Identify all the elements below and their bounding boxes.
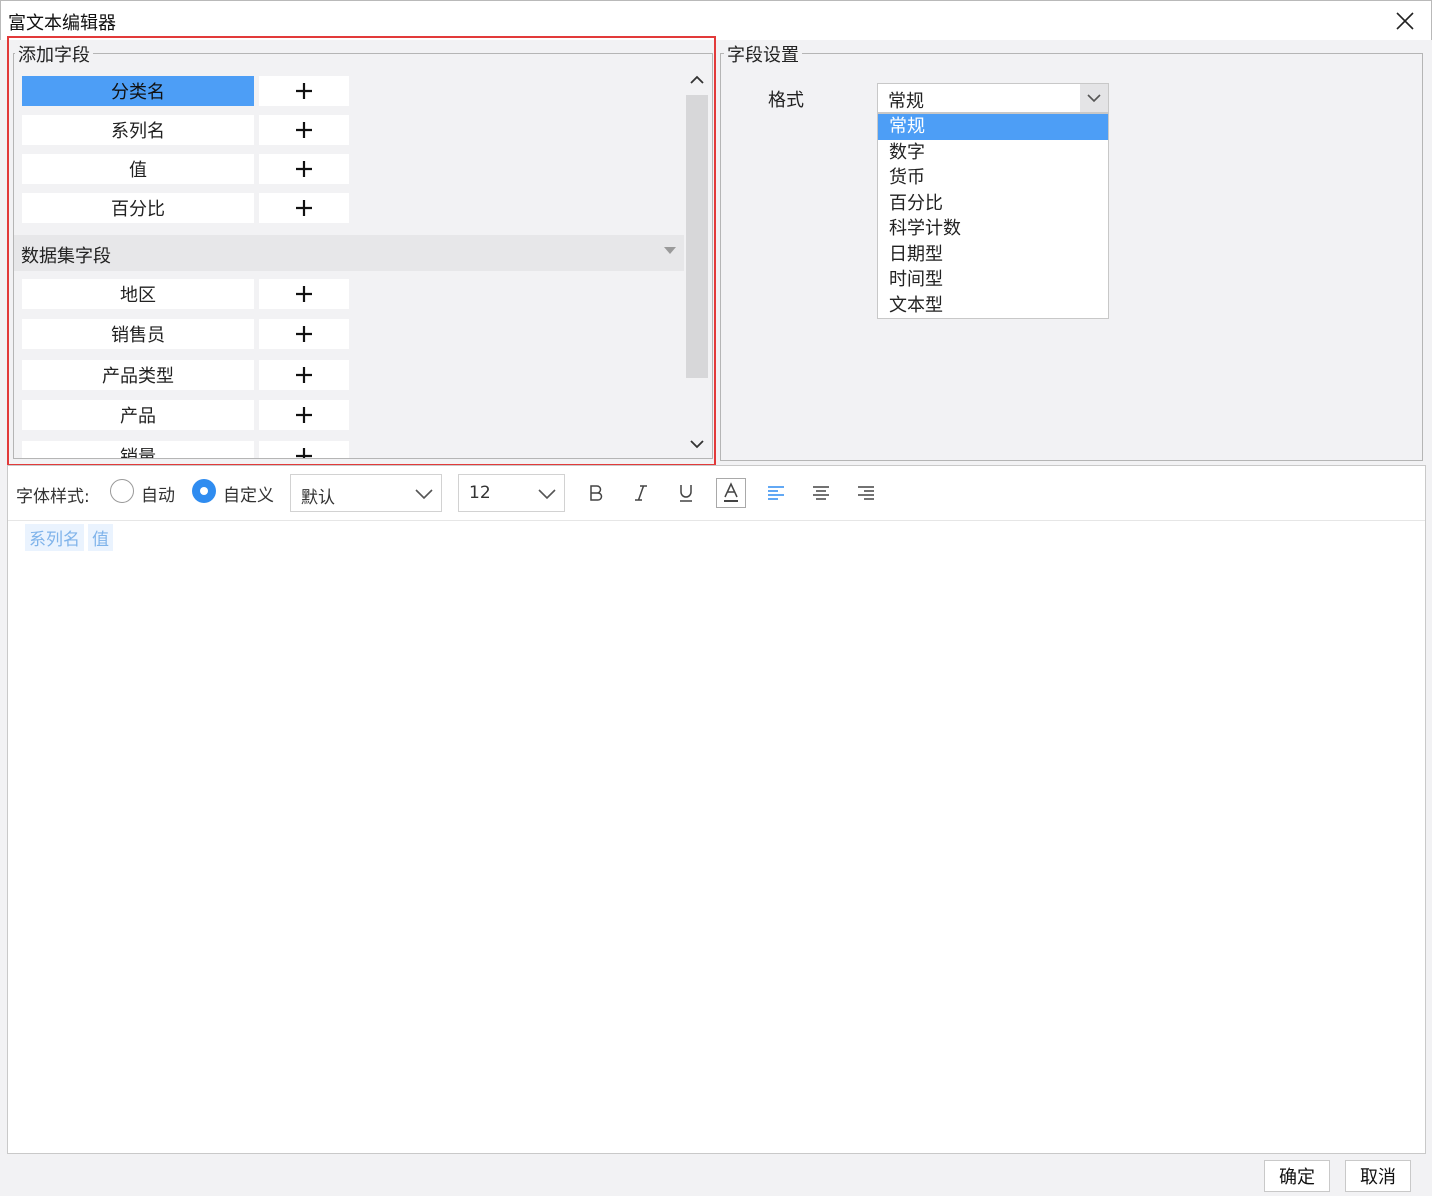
editor-toolbar: 字体样式: 自动 自定义 默认 12: [8, 466, 1425, 521]
window-title: 富文本编辑器: [8, 13, 116, 34]
format-label: 格式: [768, 90, 804, 111]
plus-icon: [296, 200, 312, 216]
underline-icon: [680, 485, 692, 502]
dropdown-arrow[interactable]: [1080, 84, 1108, 112]
radio-auto-label[interactable]: 自动: [141, 481, 175, 506]
align-center-button[interactable]: [806, 478, 836, 508]
align-center-icon: [813, 486, 829, 500]
format-option-scientific[interactable]: 科学计数: [878, 216, 1108, 242]
italic-icon: [635, 485, 647, 501]
add-field-button[interactable]: [259, 76, 349, 106]
field-item-series[interactable]: 系列名: [22, 115, 254, 145]
add-field-button[interactable]: [259, 115, 349, 145]
add-field-button[interactable]: [259, 319, 349, 349]
ok-button[interactable]: 确定: [1264, 1160, 1330, 1192]
font-family-select[interactable]: 默认: [290, 474, 442, 512]
plus-icon: [296, 122, 312, 138]
underline-button[interactable]: [671, 478, 701, 508]
plus-icon: [296, 448, 312, 458]
bold-icon: [590, 485, 603, 501]
field-item-sales[interactable]: 销量: [22, 441, 254, 458]
close-icon: [1396, 12, 1414, 30]
radio-auto[interactable]: [110, 479, 134, 503]
format-dropdown-list: 常规 数字 货币 百分比 科学计数 日期型 时间型 文本型: [877, 113, 1109, 319]
field-item-category[interactable]: 分类名: [22, 76, 254, 106]
format-option-number[interactable]: 数字: [878, 140, 1108, 166]
rich-text-editor[interactable]: 字体样式: 自动 自定义 默认 12 系列名 值: [7, 465, 1426, 1154]
field-item-value[interactable]: 值: [22, 154, 254, 184]
add-field-button[interactable]: [259, 360, 349, 390]
collapse-caret-icon: [664, 247, 676, 254]
format-option-currency[interactable]: 货币: [878, 165, 1108, 191]
plus-icon: [296, 83, 312, 99]
field-item-product-type[interactable]: 产品类型: [22, 360, 254, 390]
add-fields-title: 添加字段: [15, 41, 93, 67]
align-left-button[interactable]: [761, 478, 791, 508]
bold-button[interactable]: [581, 478, 611, 508]
plus-icon: [296, 161, 312, 177]
plus-icon: [296, 407, 312, 423]
add-field-button[interactable]: [259, 279, 349, 309]
chevron-down-icon: [690, 440, 704, 449]
add-field-button[interactable]: [259, 400, 349, 430]
cancel-button[interactable]: 取消: [1345, 1160, 1411, 1192]
field-item-product[interactable]: 产品: [22, 400, 254, 430]
add-field-button[interactable]: [259, 193, 349, 223]
font-color-icon: [724, 482, 738, 502]
scroll-up-button[interactable]: [684, 68, 710, 92]
scroll-thumb[interactable]: [686, 95, 708, 378]
format-option-text[interactable]: 文本型: [878, 293, 1108, 319]
add-field-button[interactable]: [259, 154, 349, 184]
inserted-field-tag[interactable]: 值: [88, 524, 113, 551]
format-select-value: 常规: [888, 91, 924, 112]
align-left-icon: [768, 486, 784, 500]
editor-content[interactable]: 系列名值: [25, 524, 117, 551]
align-right-icon: [858, 486, 874, 500]
font-size-value: 12: [469, 483, 491, 503]
font-family-value: 默认: [301, 488, 335, 508]
field-list: 分类名 系列名 值 百分比 数据集字段 地区 销售员 产品类型 产品 销量: [14, 68, 684, 458]
italic-button[interactable]: [626, 478, 656, 508]
format-option-general[interactable]: 常规: [878, 114, 1108, 140]
align-right-button[interactable]: [851, 478, 881, 508]
chevron-down-icon: [1087, 94, 1101, 103]
radio-custom-label[interactable]: 自定义: [223, 481, 274, 506]
plus-icon: [296, 326, 312, 342]
field-settings-title: 字段设置: [724, 41, 802, 67]
format-select[interactable]: 常规: [877, 83, 1109, 113]
chevron-up-icon: [690, 75, 704, 84]
dataset-section-label: 数据集字段: [21, 246, 111, 267]
scroll-down-button[interactable]: [684, 432, 710, 456]
add-field-button[interactable]: [259, 441, 349, 458]
close-button[interactable]: [1389, 5, 1421, 37]
font-size-select[interactable]: 12: [458, 474, 565, 512]
field-item-percent[interactable]: 百分比: [22, 193, 254, 223]
title-bar: 富文本编辑器: [0, 0, 1432, 40]
chevron-down-icon: [536, 483, 558, 505]
format-option-date[interactable]: 日期型: [878, 242, 1108, 268]
field-item-region[interactable]: 地区: [22, 279, 254, 309]
font-style-label: 字体样式:: [16, 487, 90, 507]
plus-icon: [296, 367, 312, 383]
font-color-button[interactable]: [716, 478, 746, 508]
format-option-time[interactable]: 时间型: [878, 267, 1108, 293]
radio-custom[interactable]: [192, 479, 216, 503]
chevron-down-icon: [413, 483, 435, 505]
dataset-section-header[interactable]: 数据集字段: [14, 235, 684, 271]
inserted-field-tag[interactable]: 系列名: [25, 524, 84, 551]
field-item-salesperson[interactable]: 销售员: [22, 319, 254, 349]
plus-icon: [296, 286, 312, 302]
field-list-scrollbar[interactable]: [684, 68, 710, 458]
format-option-percent[interactable]: 百分比: [878, 191, 1108, 217]
